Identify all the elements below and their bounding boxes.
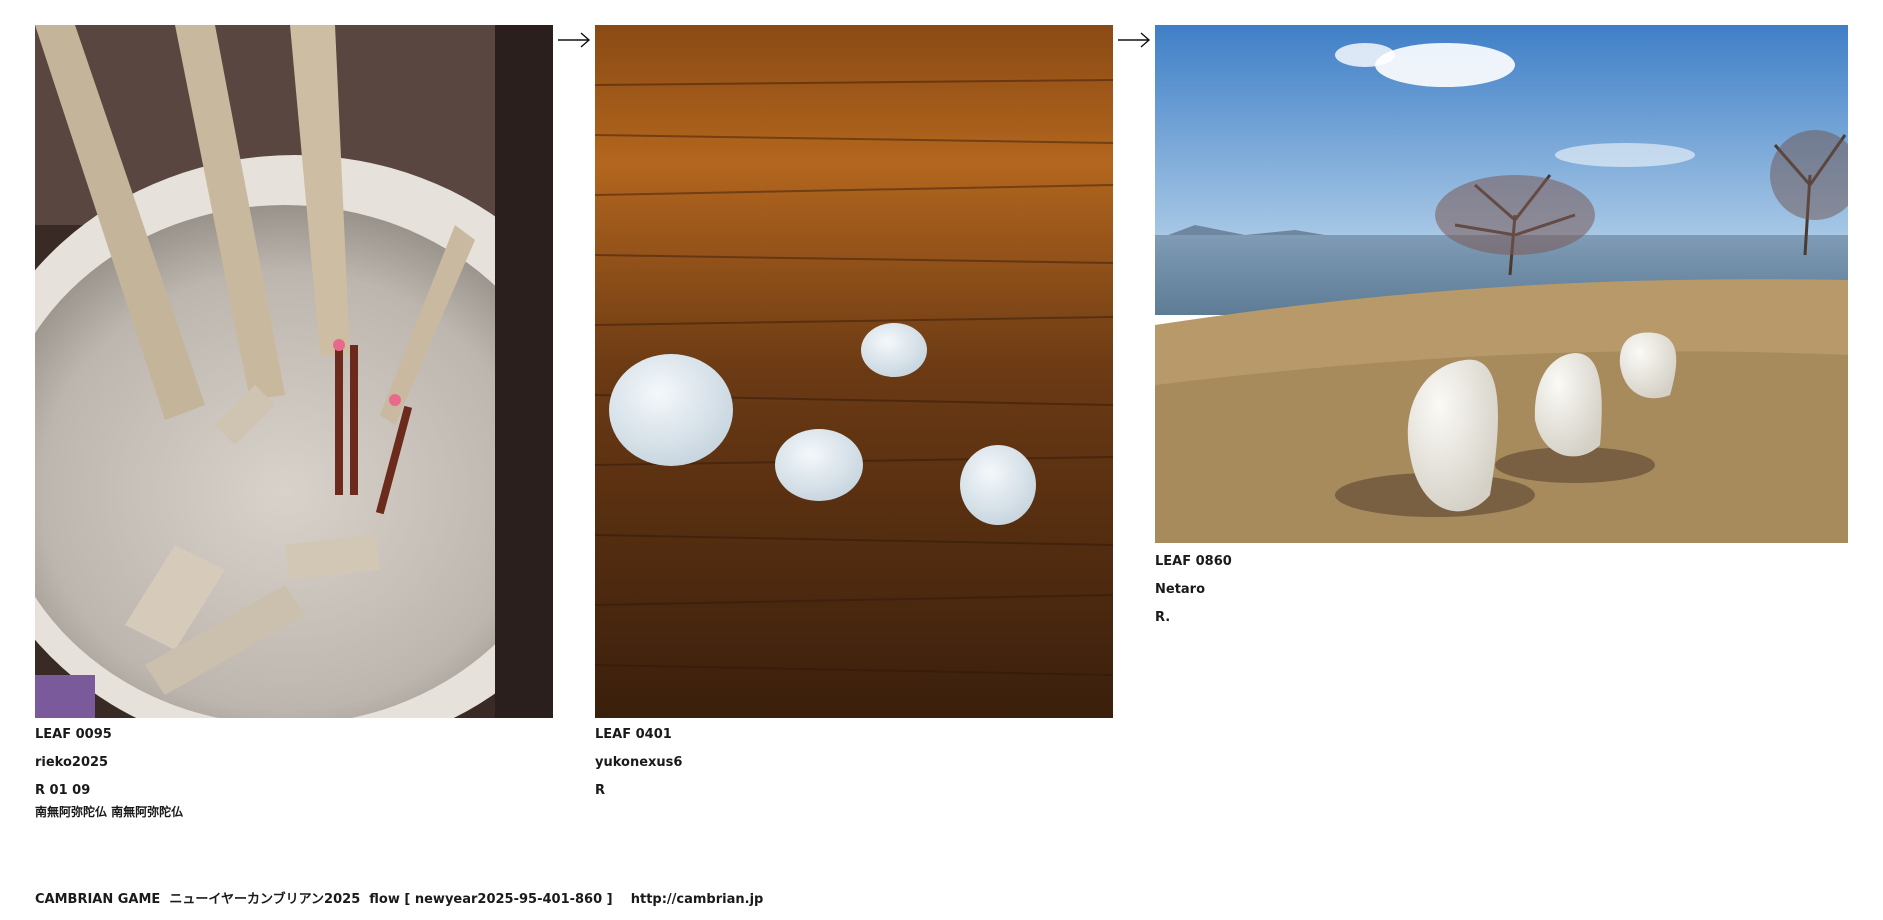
leaf-card-0860: LEAF 0860 Netaro R. <box>1155 25 1848 625</box>
right-arrow-icon <box>558 32 591 48</box>
leaf-author[interactable]: rieko2025 <box>35 755 108 771</box>
leaf-ref: R. <box>1155 610 1171 625</box>
incense-photo-image <box>35 25 553 718</box>
leaf-ref: R 01 09 <box>35 783 91 798</box>
right-arrow-icon <box>1118 32 1151 48</box>
leaf-id: LEAF 0095 <box>35 727 112 742</box>
footer-flow-info: CAMBRIAN GAME ニューイヤーカンブリアン2025 flow [ ne… <box>35 892 764 907</box>
lakeside-photo-image <box>1155 25 1848 543</box>
leaf-id: LEAF 0401 <box>595 727 672 742</box>
leaf-photo-incense[interactable] <box>35 25 553 718</box>
leaf-ref: R <box>595 783 606 798</box>
leaf-author[interactable]: Netaro <box>1155 582 1205 598</box>
leaf-id: LEAF 0860 <box>1155 554 1232 569</box>
leaf-note: 南無阿弥陀仏 南無阿弥陀仏 <box>35 805 184 819</box>
leaf-photo-pills[interactable] <box>595 25 1113 718</box>
leaf-author[interactable]: yukonexus6 <box>595 755 682 771</box>
leaf-photo-lakeside[interactable] <box>1155 25 1848 543</box>
leaf-card-0095: LEAF 0095 rieko2025 R 01 09 南無阿弥陀仏 南無阿弥陀… <box>35 25 553 825</box>
leaf-card-0401: LEAF 0401 yukonexus6 R <box>595 25 1113 825</box>
pills-photo-image <box>595 25 1113 718</box>
